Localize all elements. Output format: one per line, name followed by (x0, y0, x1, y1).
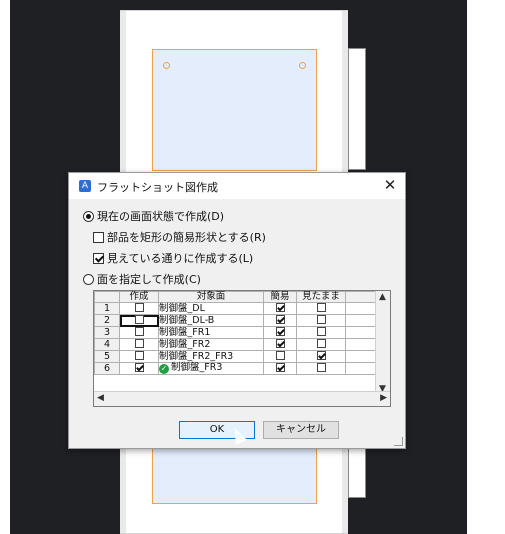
simple-checkbox[interactable] (275, 339, 285, 348)
simple-cell[interactable] (263, 338, 297, 351)
asis-cell[interactable] (296, 350, 346, 363)
asis-cell[interactable] (296, 326, 346, 339)
asis-cell[interactable] (296, 338, 346, 351)
option-visible[interactable]: 見えている通りに作成する(L) (93, 250, 253, 266)
table-row[interactable]: 1 制御盤_DL (94, 302, 383, 315)
face-name: 制御盤_FR1 (158, 326, 264, 339)
panel-face-bottom (152, 440, 317, 504)
checkbox-icon[interactable] (93, 232, 104, 243)
row-number: 2 (94, 314, 120, 327)
asis-checkbox[interactable] (316, 339, 326, 348)
face-table: 作成 対象面 簡易 見たまま 1 制御盤_DL 2 制御盤_DL-B 3 制御盤… (94, 291, 383, 375)
simple-checkbox[interactable] (275, 303, 285, 312)
face-name: 制御盤_DL-B (158, 314, 264, 327)
viewport: A フラットショット図作成 ✕ 現在の画面状態で作成(D) 部品を矩形の簡易形状… (0, 0, 505, 534)
option-current-label: 現在の画面状態で作成(D) (97, 210, 225, 223)
option-simplify[interactable]: 部品を矩形の簡易形状とする(R) (93, 229, 266, 245)
panel-face-top (152, 49, 317, 171)
create-checkbox[interactable] (134, 363, 144, 372)
app-icon: A (79, 180, 91, 192)
option-visible-label: 見えている通りに作成する(L) (107, 252, 254, 265)
row-number: 3 (94, 326, 120, 339)
row-number: 6 (94, 362, 120, 375)
scroll-right-icon[interactable]: ▶ (380, 393, 387, 403)
create-checkbox[interactable] (134, 315, 144, 324)
simple-cell[interactable] (263, 326, 297, 339)
simple-cell[interactable] (263, 314, 297, 327)
col-asis: 見たまま (296, 291, 346, 303)
create-cell[interactable] (119, 338, 159, 351)
asis-checkbox[interactable] (316, 315, 326, 324)
check-circle-icon: ✓ (159, 364, 169, 374)
option-specify-face[interactable]: 面を指定して作成(C) (83, 271, 201, 287)
mounting-hole (299, 62, 306, 69)
cancel-button[interactable]: キャンセル (263, 421, 339, 439)
vertical-scrollbar[interactable]: ▲ ▼ (375, 291, 390, 395)
create-checkbox[interactable] (134, 339, 144, 348)
table-row[interactable]: 4 制御盤_FR2 (94, 338, 383, 351)
face-name: 制御盤_FR3 (171, 362, 223, 373)
asis-cell[interactable] (296, 362, 346, 375)
scroll-left-icon[interactable]: ◀ (97, 393, 104, 403)
simple-cell[interactable] (263, 362, 297, 375)
create-checkbox[interactable] (134, 303, 144, 312)
asis-cell[interactable] (296, 314, 346, 327)
flatshot-dialog: A フラットショット図作成 ✕ 現在の画面状態で作成(D) 部品を矩形の簡易形状… (68, 172, 406, 449)
table-row[interactable]: 5 制御盤_FR2_FR3 (94, 350, 383, 363)
close-button[interactable]: ✕ (375, 173, 405, 199)
face-name: 制御盤_FR2_FR3 (158, 350, 264, 363)
create-cell[interactable] (119, 350, 159, 363)
col-create: 作成 (119, 291, 159, 303)
asis-cell[interactable] (296, 302, 346, 315)
simple-cell[interactable] (263, 350, 297, 363)
face-grid: 作成 対象面 簡易 見たまま 1 制御盤_DL 2 制御盤_DL-B 3 制御盤… (93, 290, 391, 407)
mounting-hole (163, 62, 170, 69)
asis-checkbox[interactable] (316, 327, 326, 336)
table-row[interactable]: 6 ✓ 制御盤_FR3 (94, 362, 383, 375)
col-face: 対象面 (158, 291, 264, 303)
create-cell[interactable] (119, 302, 159, 315)
simple-cell[interactable] (263, 302, 297, 315)
create-cell[interactable] (119, 326, 159, 339)
asis-checkbox[interactable] (316, 303, 326, 312)
row-number: 1 (94, 302, 120, 315)
resize-grip-icon[interactable] (394, 437, 403, 446)
face-name: 制御盤_FR2 (158, 338, 264, 351)
row-number: 4 (94, 338, 120, 351)
dialog-titlebar[interactable]: A フラットショット図作成 ✕ (69, 173, 405, 199)
asis-checkbox[interactable] (316, 351, 326, 360)
side-bracket (348, 48, 366, 170)
simple-checkbox[interactable] (275, 363, 285, 372)
simple-checkbox[interactable] (275, 327, 285, 336)
option-simplify-label: 部品を矩形の簡易形状とする(R) (107, 231, 266, 244)
simple-checkbox[interactable] (275, 315, 285, 324)
create-checkbox[interactable] (134, 327, 144, 336)
table-row[interactable]: 3 制御盤_FR1 (94, 326, 383, 339)
grid-header-row: 作成 対象面 簡易 見たまま (94, 291, 383, 303)
create-cell[interactable] (119, 314, 159, 327)
option-specify-label: 面を指定して作成(C) (97, 273, 201, 286)
face-name-cell: ✓ 制御盤_FR3 (158, 362, 264, 375)
radio-icon[interactable] (83, 274, 94, 285)
simple-checkbox[interactable] (275, 351, 285, 360)
horizontal-scrollbar[interactable]: ◀ ▶ (94, 391, 390, 406)
scroll-up-icon[interactable]: ▲ (379, 292, 386, 302)
asis-checkbox[interactable] (316, 363, 326, 372)
option-current-view[interactable]: 現在の画面状態で作成(D) (83, 208, 224, 224)
create-checkbox[interactable] (134, 351, 144, 360)
create-cell[interactable] (119, 362, 159, 375)
row-number: 5 (94, 350, 120, 363)
col-simple: 簡易 (263, 291, 297, 303)
dialog-title: フラットショット図作成 (97, 181, 218, 194)
checkbox-icon[interactable] (93, 253, 104, 264)
radio-icon[interactable] (83, 211, 94, 222)
face-name: 制御盤_DL (158, 302, 264, 315)
table-row[interactable]: 2 制御盤_DL-B (94, 314, 383, 327)
row-number-header (94, 291, 120, 303)
